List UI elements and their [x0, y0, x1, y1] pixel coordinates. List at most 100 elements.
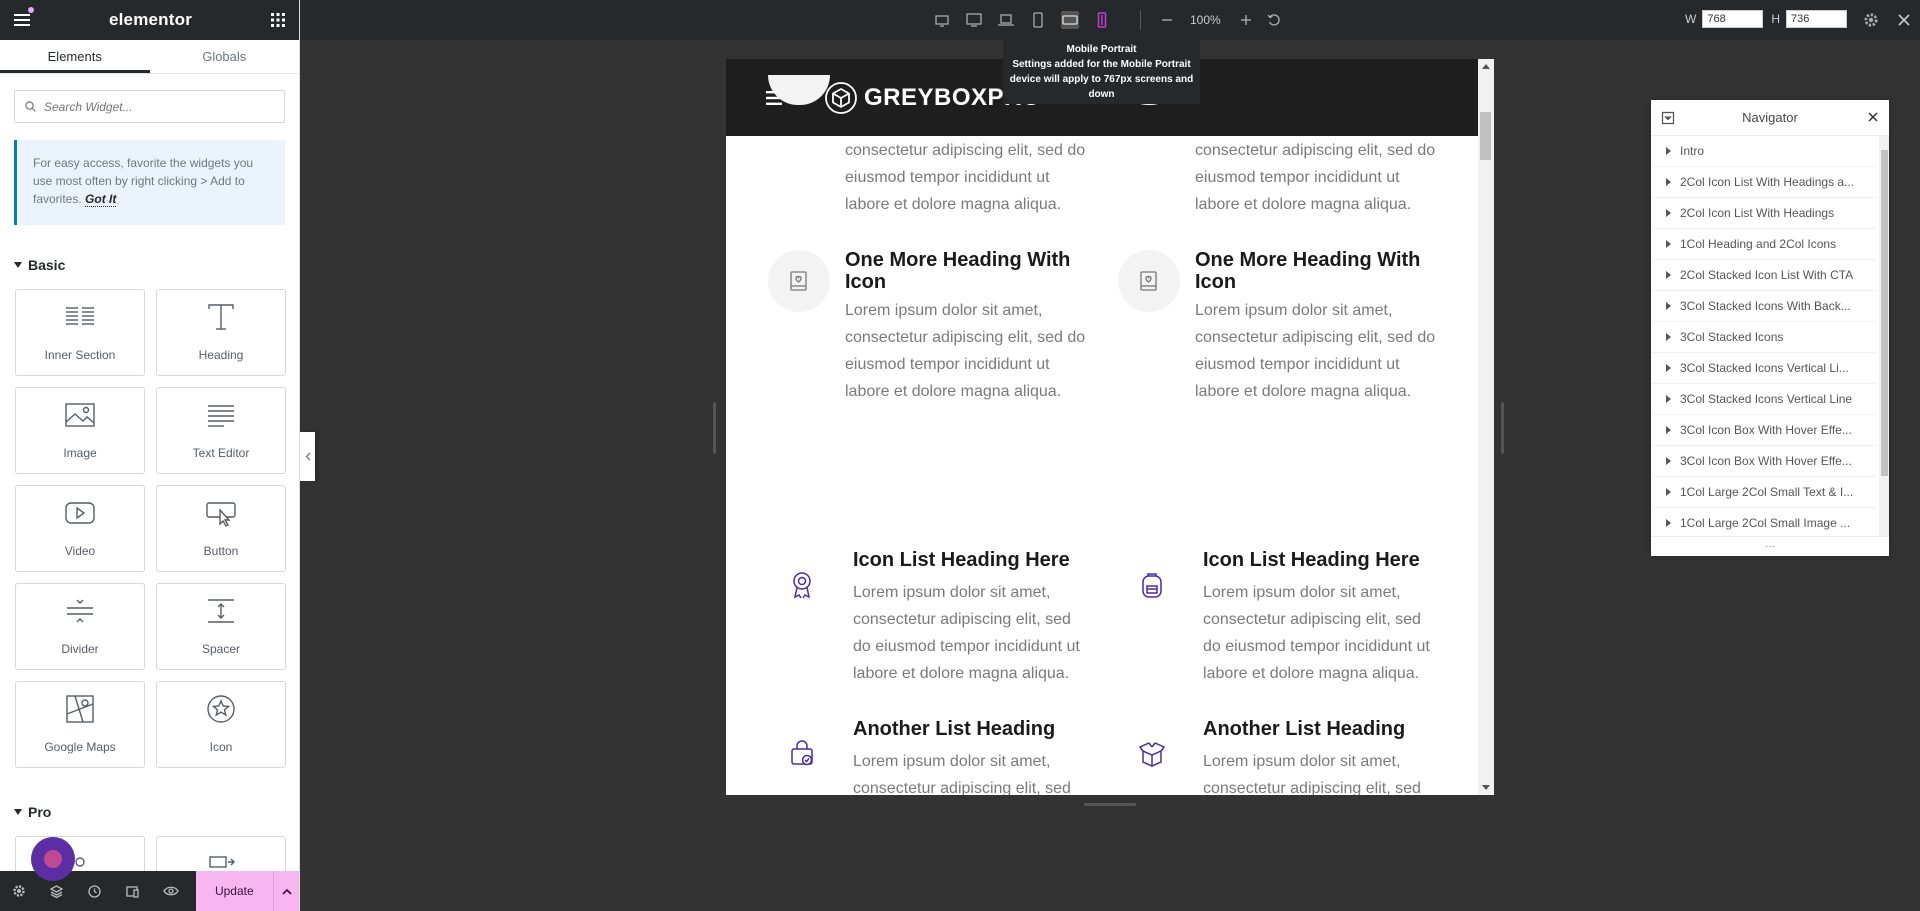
preview-eye-icon[interactable] — [152, 871, 190, 911]
body-text: Lorem ipsum dolor sit amet, consectetur … — [1203, 584, 1430, 682]
nav-item-label: 2Col Icon List With Headings a... — [1680, 175, 1855, 189]
tab-elements[interactable]: Elements — [0, 40, 150, 73]
notification-bubble[interactable] — [31, 837, 75, 881]
laptop-icon[interactable] — [997, 11, 1015, 29]
nav-item[interactable]: 2Col Icon List With Headings — [1651, 198, 1877, 229]
responsive-topbar: 100% W H — [300, 0, 1920, 40]
scrollbar-thumb[interactable] — [1480, 112, 1491, 160]
caret-right-icon — [1666, 271, 1671, 279]
tip-text: For easy access, favorite the widgets yo… — [33, 156, 254, 206]
nav-item-label: 2Col Icon List With Headings — [1680, 206, 1835, 220]
body-text: Lorem ipsum dolor sit amet, consectetur … — [853, 584, 1080, 682]
nav-item[interactable]: 3Col Stacked Icons Vertical Li... — [1651, 353, 1877, 384]
widget-inner-section[interactable]: Inner Section — [15, 289, 145, 376]
nav-item[interactable]: 3Col Icon Box With Hover Effe... — [1651, 415, 1877, 446]
widget-video[interactable]: Video — [15, 485, 145, 572]
close-icon[interactable] — [1895, 11, 1913, 29]
resize-handle-right[interactable] — [1501, 402, 1504, 454]
book-heart-icon — [790, 271, 807, 291]
mobile-portrait-icon[interactable] — [1093, 11, 1111, 29]
widget-image[interactable]: Image — [15, 387, 145, 474]
height-input[interactable] — [1786, 10, 1847, 28]
cube-logo-icon — [825, 81, 857, 114]
feature-heading: One More Heading With Icon — [1195, 249, 1421, 293]
nav-item[interactable]: 3Col Stacked Icons — [1651, 322, 1877, 353]
navigator-scrollbar[interactable] — [1879, 136, 1889, 536]
width-input[interactable] — [1702, 10, 1764, 28]
collapse-panel-button[interactable] — [300, 432, 315, 481]
nav-item[interactable]: 1Col Heading and 2Col Icons — [1651, 229, 1877, 260]
width-label: W — [1685, 12, 1697, 26]
nav-item[interactable]: 1Col Large 2Col Small Text & I... — [1651, 477, 1877, 508]
history-icon[interactable] — [76, 871, 114, 911]
book-heart-icon — [1140, 271, 1157, 291]
resize-handle-left[interactable] — [713, 402, 716, 454]
update-button[interactable]: Update — [195, 871, 273, 911]
category-pro[interactable]: Pro — [14, 804, 285, 820]
scroll-up-arrow-icon[interactable] — [1482, 63, 1490, 69]
nav-item[interactable]: 2Col Stacked Icon List With CTA — [1651, 260, 1877, 291]
update-options-chevron-up-icon[interactable] — [272, 871, 299, 911]
zoom-out-icon[interactable] — [1158, 11, 1176, 29]
nav-item[interactable]: 3Col Stacked Icons With Back... — [1651, 291, 1877, 322]
widget-icon[interactable]: Icon — [156, 681, 286, 768]
nav-item[interactable]: Intro — [1651, 136, 1877, 167]
collapse-all-icon[interactable] — [1661, 111, 1675, 125]
widget-google-maps[interactable]: Google Maps — [15, 681, 145, 768]
nav-item[interactable]: 3Col Icon Box With Hover Effe... — [1651, 446, 1877, 477]
widget-heading[interactable]: Heading — [156, 289, 286, 376]
responsive-mode-icon[interactable] — [114, 871, 152, 911]
tablet-portrait-icon[interactable] — [1029, 11, 1047, 29]
desktop-small-icon[interactable] — [933, 11, 951, 29]
nav-item[interactable]: 3Col Stacked Icons Vertical Line — [1651, 384, 1877, 415]
scrollbar-thumb[interactable] — [1881, 150, 1888, 476]
widget-divider[interactable]: Divider — [15, 583, 145, 670]
apps-grid-icon[interactable] — [271, 13, 285, 27]
navigator-header: Navigator — [1651, 100, 1889, 136]
nav-item-label: 2Col Stacked Icon List With CTA — [1680, 268, 1854, 282]
backpack-icon — [1142, 573, 1162, 598]
reset-zoom-icon[interactable] — [1265, 11, 1283, 29]
nav-item[interactable]: 1Col Large 2Col Small Image ... — [1651, 508, 1877, 536]
nav-item-label: 1Col Large 2Col Small Text & I... — [1680, 485, 1854, 499]
settings-gear-icon[interactable] — [0, 871, 38, 911]
open-box-icon — [1138, 742, 1166, 767]
list-heading: Another List Heading — [1203, 718, 1406, 740]
scroll-down-arrow-icon[interactable] — [1482, 785, 1490, 791]
widget-label: Heading — [198, 348, 244, 362]
nav-item-label: 3Col Stacked Icons Vertical Line — [1680, 392, 1853, 406]
widget-label: Image — [63, 446, 97, 460]
caret-right-icon — [1666, 457, 1671, 465]
caret-right-icon — [1666, 240, 1671, 248]
widget-text-editor[interactable]: Text Editor — [156, 387, 286, 474]
search-input[interactable] — [44, 99, 264, 114]
resize-handle-bottom[interactable] — [1084, 803, 1136, 806]
hamburger-menu-icon[interactable] — [14, 7, 34, 27]
close-icon[interactable] — [1868, 112, 1878, 122]
elementor-logo: elementor — [108, 10, 193, 29]
preview-scrollbar[interactable] — [1478, 59, 1494, 795]
star-icon — [207, 695, 235, 723]
panel-tabs: Elements Globals — [0, 40, 299, 74]
list-heading: Icon List Heading Here — [1203, 549, 1420, 571]
zoom-in-icon[interactable] — [1237, 11, 1255, 29]
favorites-tip: For easy access, favorite the widgets yo… — [14, 140, 285, 225]
tooltip-body: Settings added for the Mobile Portrait d… — [1009, 59, 1194, 100]
widget-button[interactable]: Button — [156, 485, 286, 572]
settings-gear-icon[interactable] — [1862, 11, 1880, 29]
preview-canvas: GREYBOXPRO consectetur adipiscing elit, … — [726, 59, 1494, 795]
nav-item[interactable]: 2Col Icon List With Headings a... — [1651, 167, 1877, 198]
caret-right-icon — [1666, 395, 1671, 403]
navigator-resize-grip[interactable]: ... — [1651, 536, 1889, 556]
widget-spacer[interactable]: Spacer — [156, 583, 286, 670]
icon-circle — [1118, 250, 1180, 312]
list-heading: Another List Heading — [853, 718, 1056, 740]
widget-label: Video — [64, 544, 96, 558]
canvas-size-controls: W H — [1685, 10, 1847, 28]
tab-globals[interactable]: Globals — [150, 40, 300, 73]
mobile-landscape-icon[interactable] — [1061, 11, 1079, 29]
category-basic[interactable]: Basic — [14, 257, 285, 273]
body-text: consectetur adipiscing elit, sed do eius… — [845, 142, 1086, 213]
got-it-link[interactable]: Got It — [85, 192, 117, 207]
desktop-icon[interactable] — [965, 11, 983, 29]
